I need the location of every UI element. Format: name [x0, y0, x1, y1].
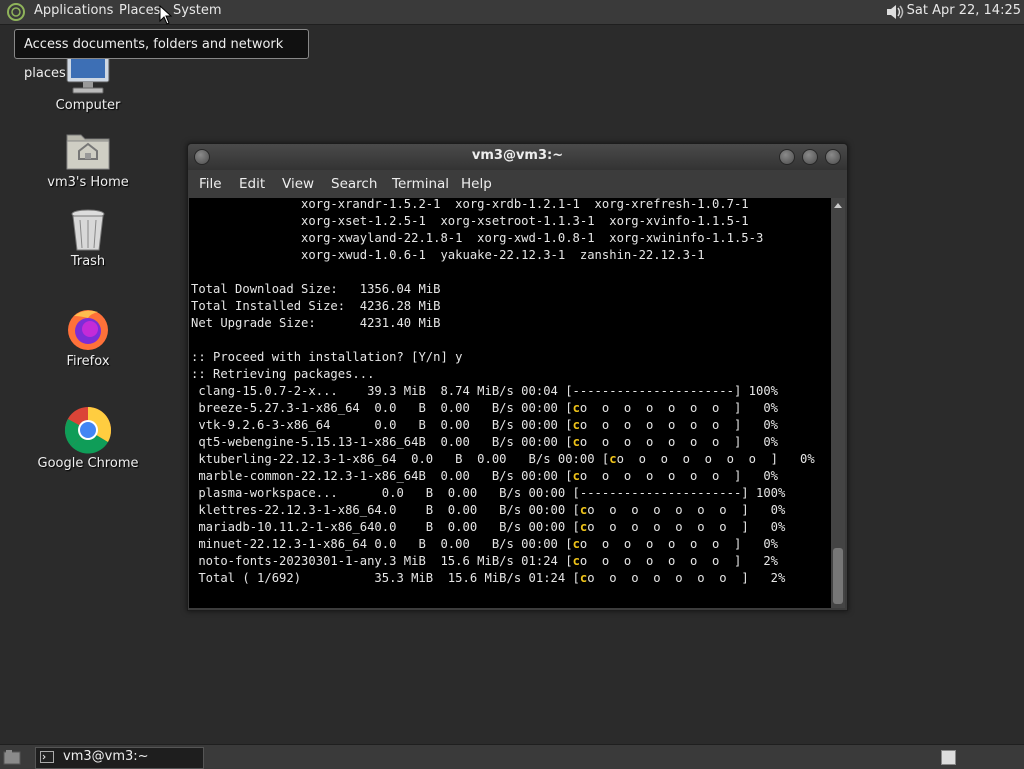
menu-edit[interactable]: Edit	[239, 176, 265, 192]
home-folder-icon	[66, 134, 110, 170]
pacman-progress-marker: c	[572, 554, 580, 568]
volume-icon[interactable]	[884, 1, 906, 23]
window-title: vm3@vm3:~	[471, 148, 564, 163]
terminal-line: xorg-xwud-1.0.6-1 yakuake-22.12.3-1 zans…	[191, 248, 705, 262]
desktop-icon-firefox[interactable]: Firefox	[28, 306, 148, 369]
bottom-panel: vm3@vm3:~	[0, 744, 1024, 769]
window-titlebar[interactable]: vm3@vm3:~	[188, 144, 847, 170]
menu-file[interactable]: File	[199, 176, 222, 192]
terminal-line: plasma-workspace... 0.0 B 0.00 B/s 00:00…	[191, 486, 786, 500]
pacman-progress-marker: c	[579, 503, 588, 517]
desktop-icon-chrome[interactable]: Google Chrome	[28, 406, 148, 471]
pacman-progress-marker: c	[572, 418, 580, 432]
terminal-line: ktuberling-22.12.3-1-x86_64 0.0 B 0.00 B…	[191, 452, 815, 466]
places-tooltip: Access documents, folders and network pl…	[14, 29, 309, 81]
applications-menu[interactable]: Applications	[34, 3, 113, 18]
terminal-line: qt5-webengine-5.15.13-1-x86_64B 0.00 B/s…	[191, 435, 779, 449]
mouse-cursor-icon	[159, 5, 173, 25]
terminal-line: clang-15.0.7-2-x... 39.3 MiB 8.74 MiB/s …	[191, 384, 778, 398]
close-button[interactable]	[825, 149, 841, 165]
terminal-line: breeze-5.27.3-1-x86_64 0.0 B 0.00 B/s 00…	[191, 401, 779, 415]
terminal-line: xorg-xset-1.2.5-1 xorg-xsetroot-1.1.3-1 …	[191, 214, 749, 228]
places-menu[interactable]: Places	[119, 3, 160, 18]
terminal-menubar: File Edit View Search Terminal Help	[188, 170, 847, 198]
terminal-scrollbar[interactable]	[831, 198, 845, 608]
scroll-thumb[interactable]	[833, 548, 843, 604]
window-menu-icon[interactable]	[194, 149, 210, 165]
chrome-icon	[64, 407, 112, 454]
desktop-icon-label: Google Chrome	[37, 456, 139, 471]
pacman-progress-marker: c	[572, 435, 580, 449]
terminal-icon	[40, 751, 54, 763]
pacman-progress-marker: c	[572, 469, 580, 483]
workspace-switcher[interactable]	[941, 750, 956, 765]
clock[interactable]: Sat Apr 22, 14:25	[907, 3, 1021, 18]
taskbar-terminal-button[interactable]: vm3@vm3:~	[35, 747, 204, 769]
terminal-window[interactable]: vm3@vm3:~ File Edit View Search Terminal…	[187, 143, 848, 611]
pacman-progress-marker: c	[572, 401, 580, 415]
terminal-line: Total ( 1/692) 35.3 MiB 15.6 MiB/s 01:24…	[191, 571, 786, 585]
terminal-line: :: Proceed with installation? [Y/n] y	[191, 350, 463, 364]
menu-terminal[interactable]: Terminal	[392, 176, 449, 192]
taskbar-label: vm3@vm3:~	[63, 749, 149, 764]
pacman-progress-marker: c	[579, 571, 588, 585]
desktop-icon-label: Trash	[70, 254, 106, 269]
minimize-button[interactable]	[779, 149, 795, 165]
terminal-line: marble-common-22.12.3-1-x86_64B 0.00 B/s…	[191, 469, 779, 483]
terminal-line: Total Download Size: 1356.04 MiB	[191, 282, 441, 296]
distro-logo-icon[interactable]	[6, 2, 26, 22]
terminal-line: Net Upgrade Size: 4231.40 MiB	[191, 316, 441, 330]
pacman-progress-marker: c	[579, 520, 588, 534]
desktop-icon-label: Firefox	[66, 354, 110, 369]
terminal-text: xorg-xrandr-1.5.2-1 xorg-xrdb-1.2.1-1 xo…	[189, 198, 815, 587]
terminal-line: xorg-xrandr-1.5.2-1 xorg-xrdb-1.2.1-1 xo…	[191, 198, 749, 211]
desktop-icon-home[interactable]: vm3's Home	[28, 127, 148, 190]
top-panel: Applications Places System Sat Apr 22, 1…	[0, 0, 1024, 25]
pacman-progress-marker: c	[572, 537, 580, 551]
firefox-icon	[68, 310, 108, 350]
trash-icon	[71, 209, 105, 251]
terminal-line: mariadb-10.11.2-1-x86_640.0 B 0.00 B/s 0…	[191, 520, 786, 534]
terminal-line: noto-fonts-20230301-1-any.3 MiB 15.6 MiB…	[191, 554, 779, 568]
scroll-up-arrow-icon[interactable]	[833, 200, 843, 210]
terminal-line: :: Retrieving packages...	[191, 367, 375, 381]
terminal-line: vtk-9.2.6-3-x86_64 0.0 B 0.00 B/s 00:00 …	[191, 418, 779, 432]
show-desktop-icon[interactable]	[3, 749, 21, 765]
terminal-line: Total Installed Size: 4236.28 MiB	[191, 299, 441, 313]
maximize-button[interactable]	[802, 149, 818, 165]
menu-help[interactable]: Help	[461, 176, 492, 192]
pacman-progress-marker: c	[609, 452, 617, 466]
system-menu[interactable]: System	[173, 3, 221, 18]
desktop-icon-trash[interactable]: Trash	[28, 208, 148, 269]
desktop-icon-label: Computer	[55, 98, 121, 113]
terminal-line: xorg-xwayland-22.1.8-1 xorg-xwd-1.0.8-1 …	[191, 231, 764, 245]
terminal-line: klettres-22.12.3-1-x86_64.0 B 0.00 B/s 0…	[191, 503, 786, 517]
terminal-line: minuet-22.12.3-1-x86_64 0.0 B 0.00 B/s 0…	[191, 537, 779, 551]
terminal-output[interactable]: xorg-xrandr-1.5.2-1 xorg-xrdb-1.2.1-1 xo…	[189, 198, 831, 608]
menu-view[interactable]: View	[282, 176, 314, 192]
menu-search[interactable]: Search	[331, 176, 377, 192]
desktop-icon-label: vm3's Home	[47, 175, 129, 190]
